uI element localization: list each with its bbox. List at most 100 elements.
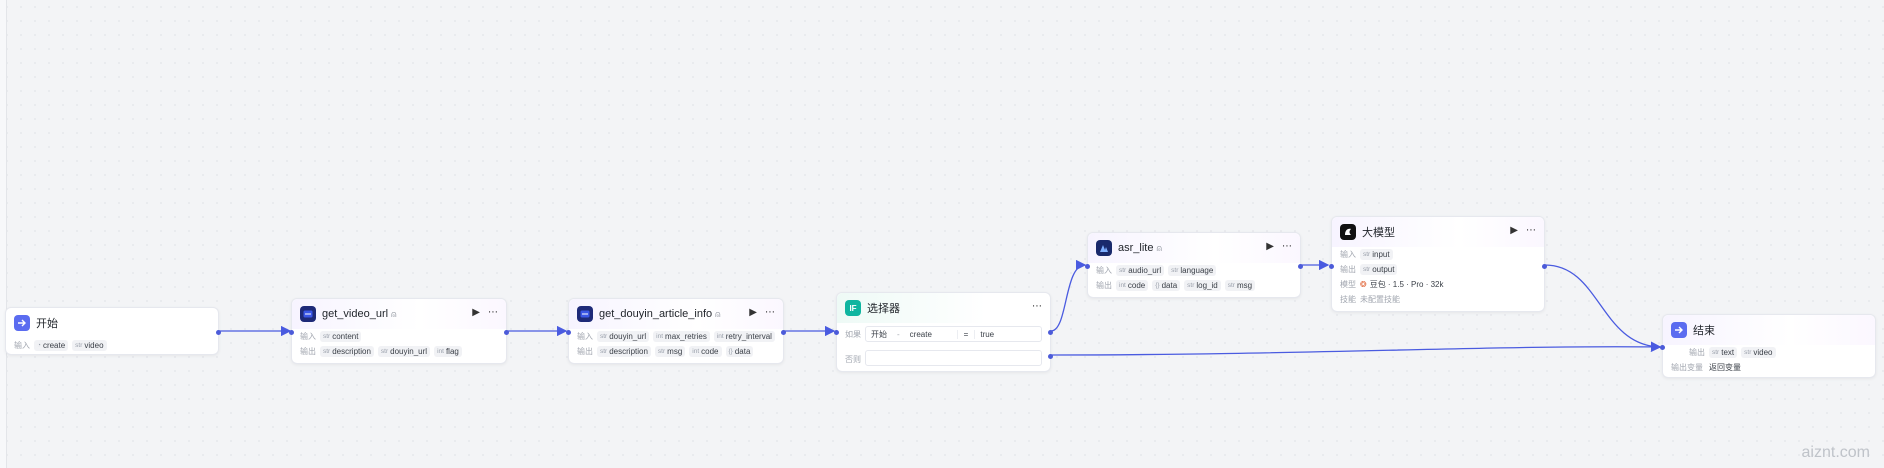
param-type: int — [692, 348, 700, 355]
node-end[interactable]: 结束 输出 str text str video 输出变量 返回变量 — [1660, 314, 1876, 378]
doubao-icon: ❂ — [1360, 280, 1367, 289]
more-button[interactable]: ⋯ — [1282, 241, 1292, 252]
input-label: 输入 — [577, 332, 593, 341]
else-output-port[interactable] — [1048, 354, 1053, 359]
condition-right-value[interactable]: true — [975, 330, 999, 339]
node-actions: ▶ ⋯ — [749, 307, 775, 318]
param-tag: str audio_url — [1116, 265, 1165, 276]
output-label: 输出 — [1340, 265, 1356, 274]
param-tag: str description — [320, 346, 374, 357]
param-type: str — [1363, 266, 1371, 273]
input-label: 输入 — [14, 341, 30, 350]
return-value: 返回变量 — [1709, 363, 1741, 372]
param-tag: str video — [1741, 347, 1776, 358]
condition-operator[interactable]: = — [956, 329, 976, 339]
input-row: 输入 str douyin_url int max_retries int retry… — [569, 329, 783, 344]
param-tag: {} data — [725, 346, 754, 357]
run-button[interactable]: ▶ — [749, 307, 757, 318]
output-port[interactable] — [1298, 264, 1303, 269]
param-type: str — [75, 342, 83, 349]
run-button[interactable]: ▶ — [472, 307, 480, 318]
param-type: int — [656, 333, 664, 340]
input-row: 输入 str audio_url str language — [1088, 263, 1300, 278]
param-name: video — [84, 341, 104, 350]
node-actions: ▶ ⋯ — [1510, 225, 1536, 236]
param-tag: int code — [1116, 280, 1149, 291]
node-selector[interactable]: IF 选择器 ⋯ 如果 开始 - create = true 否则 — [834, 292, 1053, 372]
condition-row[interactable]: 开始 - create = true — [865, 326, 1042, 342]
lock-icon: ⍝ — [1156, 242, 1162, 253]
node-llm[interactable]: 大模型 ▶ ⋯ 输入 str input 输出 str output 模型 ❂ 豆包… — [1329, 216, 1547, 312]
node-title: 选择器 — [867, 303, 900, 315]
more-button[interactable]: ⋯ — [1526, 225, 1536, 236]
llm-icon — [1340, 224, 1356, 240]
param-tag: str description — [597, 346, 651, 357]
param-name: audio_url — [1128, 266, 1162, 275]
lock-icon: ⍝ — [715, 308, 721, 319]
output-port[interactable] — [216, 330, 221, 335]
more-button[interactable]: ⋯ — [1032, 301, 1042, 312]
node-start[interactable]: 开始 输入 ◔ create str video — [5, 307, 221, 355]
input-row: 输入 str input — [1332, 247, 1544, 262]
node-header: asr_lite ⍝ ▶ ⋯ — [1088, 233, 1300, 263]
input-port[interactable] — [1085, 264, 1090, 269]
param-type: str — [657, 348, 666, 355]
edge-selector-else-to-end[interactable] — [1050, 341, 1662, 356]
edge-llm-to-end[interactable] — [1544, 264, 1662, 352]
node-header: IF 选择器 ⋯ — [837, 293, 1050, 323]
run-button[interactable]: ▶ — [1510, 225, 1518, 236]
input-port[interactable] — [289, 330, 294, 335]
model-name: 豆包 · 1.5 · Pro · 32k — [1369, 280, 1444, 289]
condition-left-node: 开始 — [871, 329, 887, 339]
if-output-port[interactable] — [1048, 330, 1053, 335]
param-tag: int code — [689, 346, 722, 357]
edge-selector-if-to-asr[interactable] — [1050, 259, 1087, 332]
input-port[interactable] — [1329, 264, 1334, 269]
condition-left-var: create — [909, 329, 932, 339]
edge-layer — [219, 259, 1662, 356]
output-row: 输出 int code {} data str log_id str msg — [1088, 278, 1300, 293]
output-row: 输出 str output — [1332, 262, 1544, 277]
lock-icon: ⍝ — [391, 308, 397, 319]
output-port[interactable] — [504, 330, 509, 335]
output-var-row: 输出变量 返回变量 — [1663, 360, 1875, 375]
node-get-video-url[interactable]: get_video_url ⍝ ▶ ⋯ 输入 str content 输出 str… — [289, 298, 509, 364]
node-title: get_video_url — [322, 308, 389, 320]
param-tag: str output — [1360, 264, 1398, 275]
output-port[interactable] — [781, 330, 786, 335]
node-title: 开始 — [36, 318, 58, 330]
input-port[interactable] — [1660, 345, 1665, 350]
node-header: get_douyin_article_info ⍝ ▶ ⋯ — [569, 299, 783, 329]
param-name: retry_interval — [725, 332, 772, 341]
node-get-douyin-article-info[interactable]: get_douyin_article_info ⍝ ▶ ⋯ 输入 str douy… — [566, 298, 786, 364]
output-label: 输出 — [1689, 348, 1705, 357]
node-header: 开始 — [6, 308, 218, 338]
more-button[interactable]: ⋯ — [765, 307, 775, 318]
param-name: data — [734, 347, 751, 356]
input-port[interactable] — [834, 330, 839, 335]
output-port[interactable] — [1542, 264, 1547, 269]
else-field[interactable] — [865, 350, 1042, 366]
input-label: 输入 — [1340, 250, 1356, 259]
param-name: input — [1372, 250, 1390, 259]
skill-value: 未配置技能 — [1360, 295, 1400, 304]
more-button[interactable]: ⋯ — [488, 307, 498, 318]
param-name: douyin_url — [390, 347, 428, 356]
param-type: str — [380, 348, 389, 355]
param-name: create — [42, 341, 66, 350]
param-type: str — [323, 333, 331, 340]
param-type: str — [1363, 251, 1371, 258]
node-asr-lite[interactable]: asr_lite ⍝ ▶ ⋯ 输入 str audio_url str langua… — [1085, 232, 1303, 298]
param-type: int — [716, 333, 724, 340]
param-name: data — [1161, 281, 1178, 290]
bool-type-icon: ◔ — [37, 342, 41, 349]
if-icon: IF — [845, 300, 861, 316]
output-row: 输出 str description str douyin_url int flag — [292, 344, 506, 359]
param-name: flag — [445, 347, 459, 356]
param-type: str — [1171, 267, 1179, 274]
param-tag: int retry_interval — [713, 331, 775, 342]
run-button[interactable]: ▶ — [1266, 241, 1274, 252]
start-icon — [14, 315, 30, 331]
input-port[interactable] — [566, 330, 571, 335]
param-type: str — [1712, 349, 1720, 356]
